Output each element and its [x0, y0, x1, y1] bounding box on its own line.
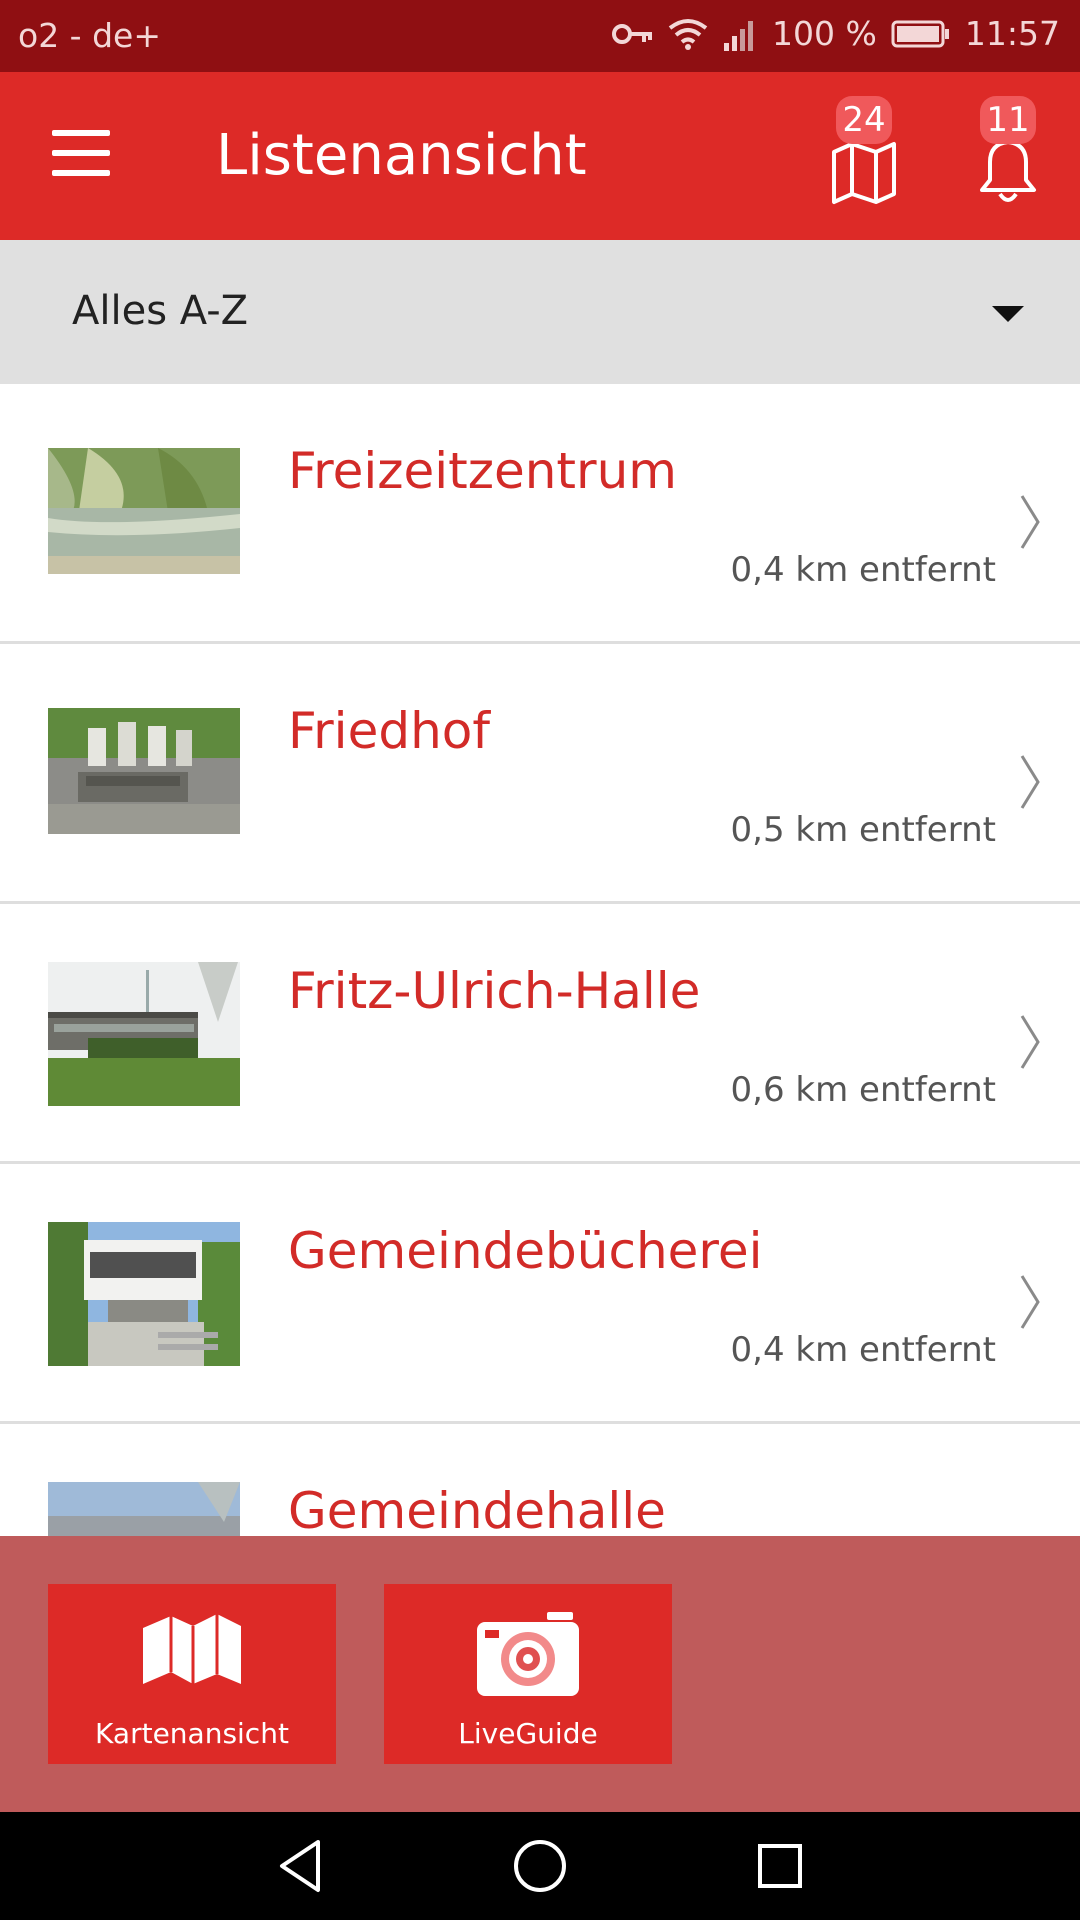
notifications-button[interactable]: 11	[968, 96, 1048, 202]
map-count-badge: 24	[836, 96, 892, 144]
back-icon[interactable]	[272, 1836, 328, 1896]
chevron-right-icon	[1020, 1275, 1040, 1329]
cemetery-thumbnail	[48, 708, 240, 834]
map-icon	[832, 142, 896, 204]
poi-list[interactable]: Freizeitzentrum 0,4 km entfernt Friedhof…	[0, 384, 1080, 1536]
park-pond-thumbnail	[48, 448, 240, 574]
liveguide-label: LiveGuide	[458, 1717, 598, 1750]
menu-icon[interactable]	[52, 130, 112, 180]
home-icon[interactable]	[510, 1836, 570, 1896]
chevron-right-icon	[1020, 495, 1040, 549]
list-item[interactable]: Freizeitzentrum 0,4 km entfernt	[0, 384, 1080, 644]
wifi-icon	[668, 18, 708, 50]
library-thumbnail	[48, 1222, 240, 1366]
community-hall-thumbnail	[48, 1482, 240, 1536]
chevron-right-icon	[1020, 1015, 1040, 1069]
poi-title: Gemeindebücherei	[288, 1222, 763, 1280]
recent-apps-icon[interactable]	[752, 1836, 808, 1896]
signal-icon	[722, 17, 758, 51]
poi-distance: 0,5 km entfernt	[730, 810, 996, 850]
poi-title: Gemeindehalle	[288, 1482, 666, 1536]
battery-percent: 100 %	[772, 14, 877, 53]
poi-title: Freizeitzentrum	[288, 442, 677, 500]
poi-distance: 0,4 km entfernt	[730, 1330, 996, 1370]
chevron-right-icon	[1020, 755, 1040, 809]
system-nav-bar	[0, 1812, 1080, 1920]
map-icon	[143, 1614, 241, 1684]
status-bar: o2 - de+ 100 % 11:57	[0, 0, 1080, 72]
list-item[interactable]: Gemeindehalle	[0, 1424, 1080, 1536]
poi-distance: 0,6 km entfernt	[730, 1070, 996, 1110]
map-view-label: Kartenansicht	[95, 1717, 289, 1750]
bottom-action-panel: Kartenansicht LiveGuide	[0, 1536, 1080, 1812]
clock: 11:57	[964, 14, 1060, 53]
poi-title: Fritz-Ulrich-Halle	[288, 962, 701, 1020]
liveguide-action-button[interactable]: LiveGuide	[384, 1584, 672, 1764]
list-item[interactable]: Fritz-Ulrich-Halle 0,6 km entfernt	[0, 904, 1080, 1164]
battery-icon	[891, 19, 951, 49]
list-item[interactable]: Gemeindebücherei 0,4 km entfernt	[0, 1164, 1080, 1424]
notification-count-badge: 11	[980, 96, 1036, 144]
app-bar: Listenansicht 24 11	[0, 72, 1080, 240]
camera-icon	[477, 1612, 579, 1696]
key-icon	[612, 22, 654, 46]
sort-dropdown[interactable]: Alles A-Z	[0, 240, 1080, 384]
carrier-name: o2 - de+	[18, 16, 161, 55]
dropdown-arrow-icon	[992, 306, 1024, 322]
list-item[interactable]: Friedhof 0,5 km entfernt	[0, 644, 1080, 904]
map-view-button[interactable]: 24	[824, 96, 904, 204]
page-title: Listenansicht	[216, 123, 587, 188]
poi-distance: 0,4 km entfernt	[730, 550, 996, 590]
map-view-action-button[interactable]: Kartenansicht	[48, 1584, 336, 1764]
hall-thumbnail	[48, 962, 240, 1106]
poi-title: Friedhof	[288, 702, 490, 760]
sort-selected-value: Alles A-Z	[72, 288, 249, 334]
